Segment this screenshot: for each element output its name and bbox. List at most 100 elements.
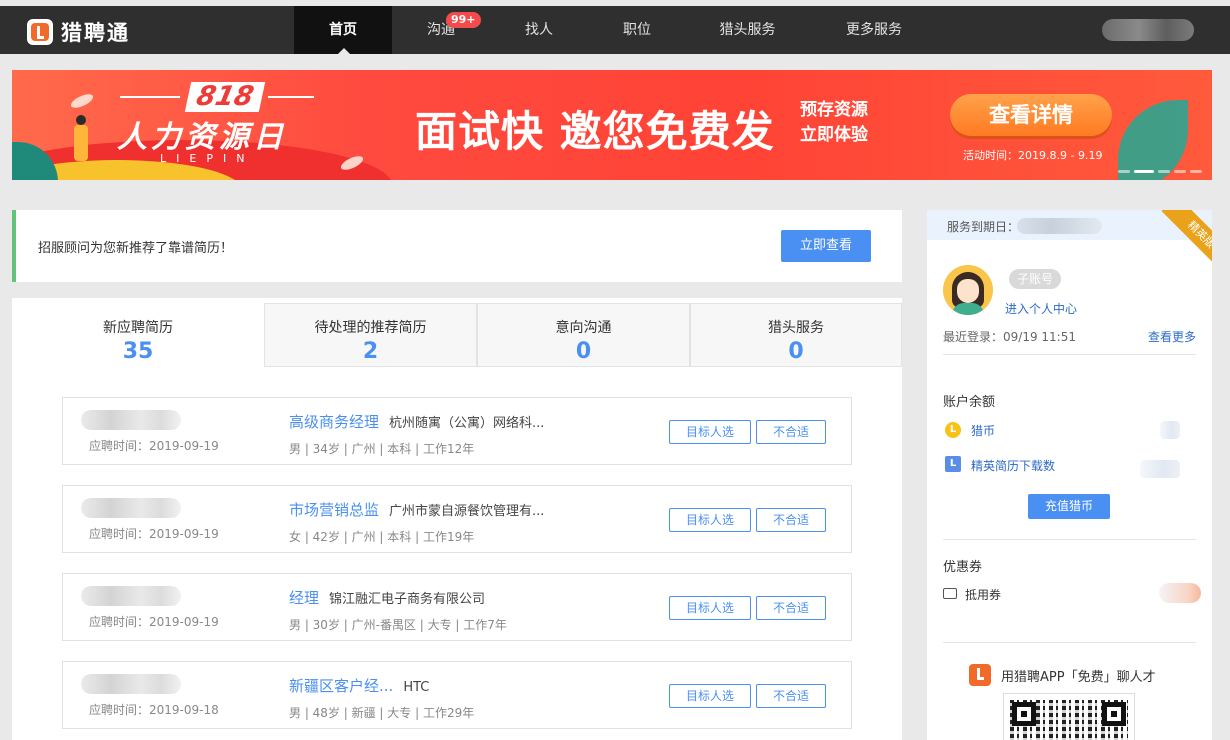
avatar[interactable] xyxy=(943,265,993,315)
recommendation-notice: 招服顾问为您新推荐了靠谱简历！ 立即查看 xyxy=(12,210,902,282)
tab-count: 35 xyxy=(122,339,154,364)
edition-label: 精英版 xyxy=(1161,210,1212,270)
carousel-dot[interactable] xyxy=(1134,170,1154,173)
event-title: 人力资源日 xyxy=(117,120,287,155)
mark-target-button[interactable]: 目标人选 xyxy=(669,508,751,532)
resume-card[interactable]: 应聘时间：2019-09-19 高级商务经理 杭州随寓（公寓）网络科... 男 |… xyxy=(62,397,852,465)
view-now-button[interactable]: 立即查看 xyxy=(781,230,871,262)
liepin-app-icon xyxy=(969,664,991,686)
app-promo: 用猎聘APP「免费」聊人才 xyxy=(969,664,1156,686)
user-account-menu[interactable] xyxy=(1102,19,1194,41)
reject-button[interactable]: 不合适 xyxy=(756,596,826,620)
carousel-dot[interactable] xyxy=(1174,170,1186,173)
resume-download-icon: L xyxy=(945,456,961,472)
paper-decoration xyxy=(69,91,95,111)
avatar-face xyxy=(957,279,979,303)
divider xyxy=(943,539,1196,540)
app-logo[interactable]: 猎聘通 xyxy=(27,17,130,47)
job-title-link[interactable]: 高级商务经理 xyxy=(289,413,379,431)
carousel-indicators xyxy=(1118,170,1202,173)
nav-item-find-people[interactable]: 找人 xyxy=(490,6,588,54)
nav-item-label: 更多服务 xyxy=(846,22,902,38)
nav-item-headhunter-service[interactable]: 猎头服务 xyxy=(686,6,809,54)
tab-headhunter-service[interactable]: 猎头服务 0 xyxy=(690,303,902,367)
qr-finder-pattern xyxy=(1012,702,1036,726)
reject-button[interactable]: 不合适 xyxy=(756,508,826,532)
nav-item-label: 找人 xyxy=(525,22,553,38)
tab-label: 猎头服务 xyxy=(768,320,824,336)
nav-item-jobs[interactable]: 职位 xyxy=(588,6,686,54)
nav-item-label: 职位 xyxy=(623,22,651,38)
banner-subtext-line: 预存资源 xyxy=(800,100,868,120)
mark-target-button[interactable]: 目标人选 xyxy=(669,684,751,708)
job-title-link[interactable]: 新疆区客户经... xyxy=(289,677,393,695)
candidate-meta: 男 | 30岁 | 广州-番禺区 | 大专 | 工作7年 xyxy=(289,618,507,632)
carousel-dot[interactable] xyxy=(1118,170,1130,173)
event-number-badge: 818 xyxy=(184,81,266,112)
resume-card[interactable]: 应聘时间：2019-09-19 经理 锦江融汇电子商务有限公司 男 | 30岁 |… xyxy=(62,573,852,641)
job-title: 经理 锦江融汇电子商务有限公司 xyxy=(289,587,485,608)
carousel-dot[interactable] xyxy=(1190,170,1202,173)
recharge-coins-button[interactable]: 充值猎币 xyxy=(1028,494,1110,519)
candidate-name xyxy=(81,586,181,606)
carousel-dot[interactable] xyxy=(1158,170,1170,173)
promo-banner[interactable]: 818 人力资源日 LIEPIN 面试快 邀您免费发 预存资源 立即体验 查看详… xyxy=(12,70,1212,180)
candidate-name xyxy=(81,674,181,694)
person-illustration xyxy=(74,115,88,161)
company-name: 广州市蒙自源餐饮管理有... xyxy=(389,504,545,519)
banner-subtext: 预存资源 立即体验 xyxy=(800,98,868,148)
resume-card[interactable]: 应聘时间：2019-09-19 市场营销总监 广州市蒙自源餐饮管理有... 女 |… xyxy=(62,485,852,553)
brand-text: LIEPIN xyxy=(160,152,255,165)
notice-text: 招服顾问为您新推荐了靠谱简历！ xyxy=(38,241,234,256)
tab-label: 待处理的推荐简历 xyxy=(314,320,427,336)
leaf-decoration xyxy=(1118,100,1188,180)
tab-label: 新应聘简历 xyxy=(103,320,173,336)
candidate-meta: 男 | 48岁 | 新疆 | 大专 | 工作29年 xyxy=(289,706,475,720)
leaf-decoration xyxy=(12,142,58,180)
coupon-title: 优惠券 xyxy=(943,560,983,575)
coin-label[interactable]: 猎币 xyxy=(971,422,995,439)
banner-subtext-line: 立即体验 xyxy=(800,125,868,145)
tab-new-applications[interactable]: 新应聘简历 35 xyxy=(12,298,264,367)
app-promo-text: 用猎聘APP「免费」聊人才 xyxy=(1001,669,1156,685)
nav-item-home[interactable]: 首页 xyxy=(294,6,392,54)
tab-intent-chat[interactable]: 意向沟通 0 xyxy=(477,303,690,367)
resume-download-label[interactable]: 精英简历下载数 xyxy=(971,457,1055,474)
divider xyxy=(943,642,1196,643)
nav-item-chat[interactable]: 沟通 99+ xyxy=(392,6,490,54)
top-nav-bar: 猎聘通 首页 沟通 99+ 找人 职位 猎头服务 更多服务 xyxy=(0,6,1230,54)
voucher-label[interactable]: 抵用券 xyxy=(965,586,1001,603)
company-name: 杭州随寓（公寓）网络科... xyxy=(389,416,545,431)
balance-title: 账户余额 xyxy=(943,395,996,410)
view-more-link[interactable]: 查看更多 xyxy=(1148,328,1196,345)
apply-time: 应聘时间：2019-09-19 xyxy=(89,615,219,629)
nav-item-label: 猎头服务 xyxy=(719,22,776,38)
candidate-name xyxy=(81,498,181,518)
resume-tabs: 新应聘简历 35 待处理的推荐简历 2 意向沟通 0 猎头服务 0 xyxy=(12,298,902,367)
job-title-link[interactable]: 经理 xyxy=(289,589,319,607)
personal-center-link[interactable]: 进入个人中心 xyxy=(1005,300,1077,317)
reject-button[interactable]: 不合适 xyxy=(756,420,826,444)
avatar-body xyxy=(952,303,984,315)
apply-time: 应聘时间：2019-09-18 xyxy=(89,703,219,717)
coin-balance xyxy=(1160,421,1180,439)
banner-divider xyxy=(120,96,180,98)
nav-item-more-services[interactable]: 更多服务 xyxy=(809,6,939,54)
nav-item-label: 首页 xyxy=(329,22,357,38)
tab-count: 2 xyxy=(362,339,379,364)
qr-code xyxy=(1003,693,1135,740)
mark-target-button[interactable]: 目标人选 xyxy=(669,596,751,620)
resume-card[interactable]: 应聘时间：2019-09-18 新疆区客户经... HTC 男 | 48岁 | 新… xyxy=(62,661,852,729)
view-details-button[interactable]: 查看详情 xyxy=(950,94,1112,136)
voucher-count xyxy=(1159,583,1201,603)
mark-target-button[interactable]: 目标人选 xyxy=(669,420,751,444)
resume-download-count xyxy=(1140,460,1180,478)
main-nav: 首页 沟通 99+ 找人 职位 猎头服务 更多服务 xyxy=(294,6,939,54)
tab-count: 0 xyxy=(788,339,804,364)
reject-button[interactable]: 不合适 xyxy=(756,684,826,708)
app-name: 猎聘通 xyxy=(61,21,130,45)
banner-divider xyxy=(268,96,314,98)
tab-pending-recommendations[interactable]: 待处理的推荐简历 2 xyxy=(264,303,477,367)
expiry-date xyxy=(1017,218,1102,234)
job-title-link[interactable]: 市场营销总监 xyxy=(289,501,379,519)
